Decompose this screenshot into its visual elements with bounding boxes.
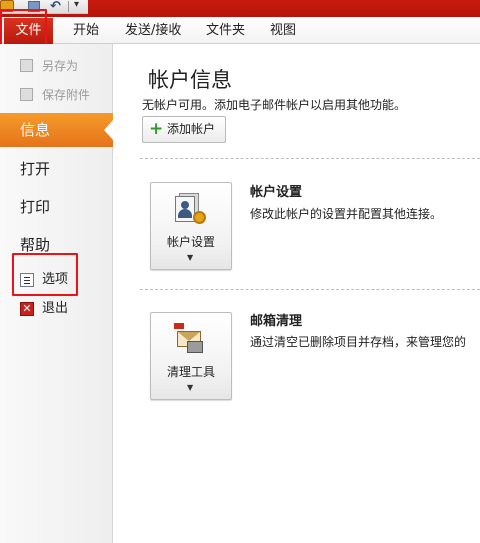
add-account-button[interactable]: + 添加帐户 xyxy=(142,116,226,143)
page-title: 帐户信息 xyxy=(148,68,232,92)
account-settings-title: 帐户设置 xyxy=(250,185,303,200)
tab-send-receive[interactable]: 发送/接收 xyxy=(125,21,181,41)
close-icon: ✕ xyxy=(20,302,34,316)
chevron-down-icon: ▼ xyxy=(187,253,194,262)
paperclip-icon xyxy=(20,88,33,101)
save-as-icon xyxy=(20,59,33,72)
page-subtitle: 无帐户可用。添加电子邮件帐户以启用其他功能。 xyxy=(142,98,407,112)
tab-folder[interactable]: 文件夹 xyxy=(206,21,245,41)
nav-item-info[interactable]: 信息 xyxy=(0,113,114,147)
account-settings-description: 修改此帐户的设置并配置其他连接。 xyxy=(250,207,443,221)
tab-view[interactable]: 视图 xyxy=(270,21,296,41)
ribbon-tab-bar: 文件 开始 发送/接收 文件夹 视图 xyxy=(0,17,480,44)
customize-toolbar-dropdown-icon[interactable]: ▾ xyxy=(74,0,79,10)
chevron-down-icon: ▼ xyxy=(187,383,194,392)
plus-icon: + xyxy=(149,119,164,139)
nav-item-open[interactable]: 打开 xyxy=(0,152,113,186)
nav-item-print[interactable]: 打印 xyxy=(0,190,113,224)
account-settings-icon xyxy=(173,193,206,225)
tab-home[interactable]: 开始 xyxy=(73,21,99,41)
account-settings-button[interactable]: 帐户设置 ▼ xyxy=(150,182,232,270)
divider xyxy=(140,158,480,159)
mailbox-cleanup-icon xyxy=(173,323,207,355)
mailbox-cleanup-title: 邮箱清理 xyxy=(250,314,303,329)
divider xyxy=(140,289,480,290)
mailbox-cleanup-description: 通过清空已删除项目并存档，来管理您的 xyxy=(250,335,467,349)
options-highlight xyxy=(12,253,78,296)
undo-icon[interactable]: ↶ xyxy=(50,0,61,14)
toolbar-separator xyxy=(68,1,69,12)
cleanup-tools-button[interactable]: 清理工具 ▼ xyxy=(150,312,232,400)
account-info-panel: 帐户信息 无帐户可用。添加电子邮件帐户以启用其他功能。 + 添加帐户 帐户设置 … xyxy=(114,44,480,543)
